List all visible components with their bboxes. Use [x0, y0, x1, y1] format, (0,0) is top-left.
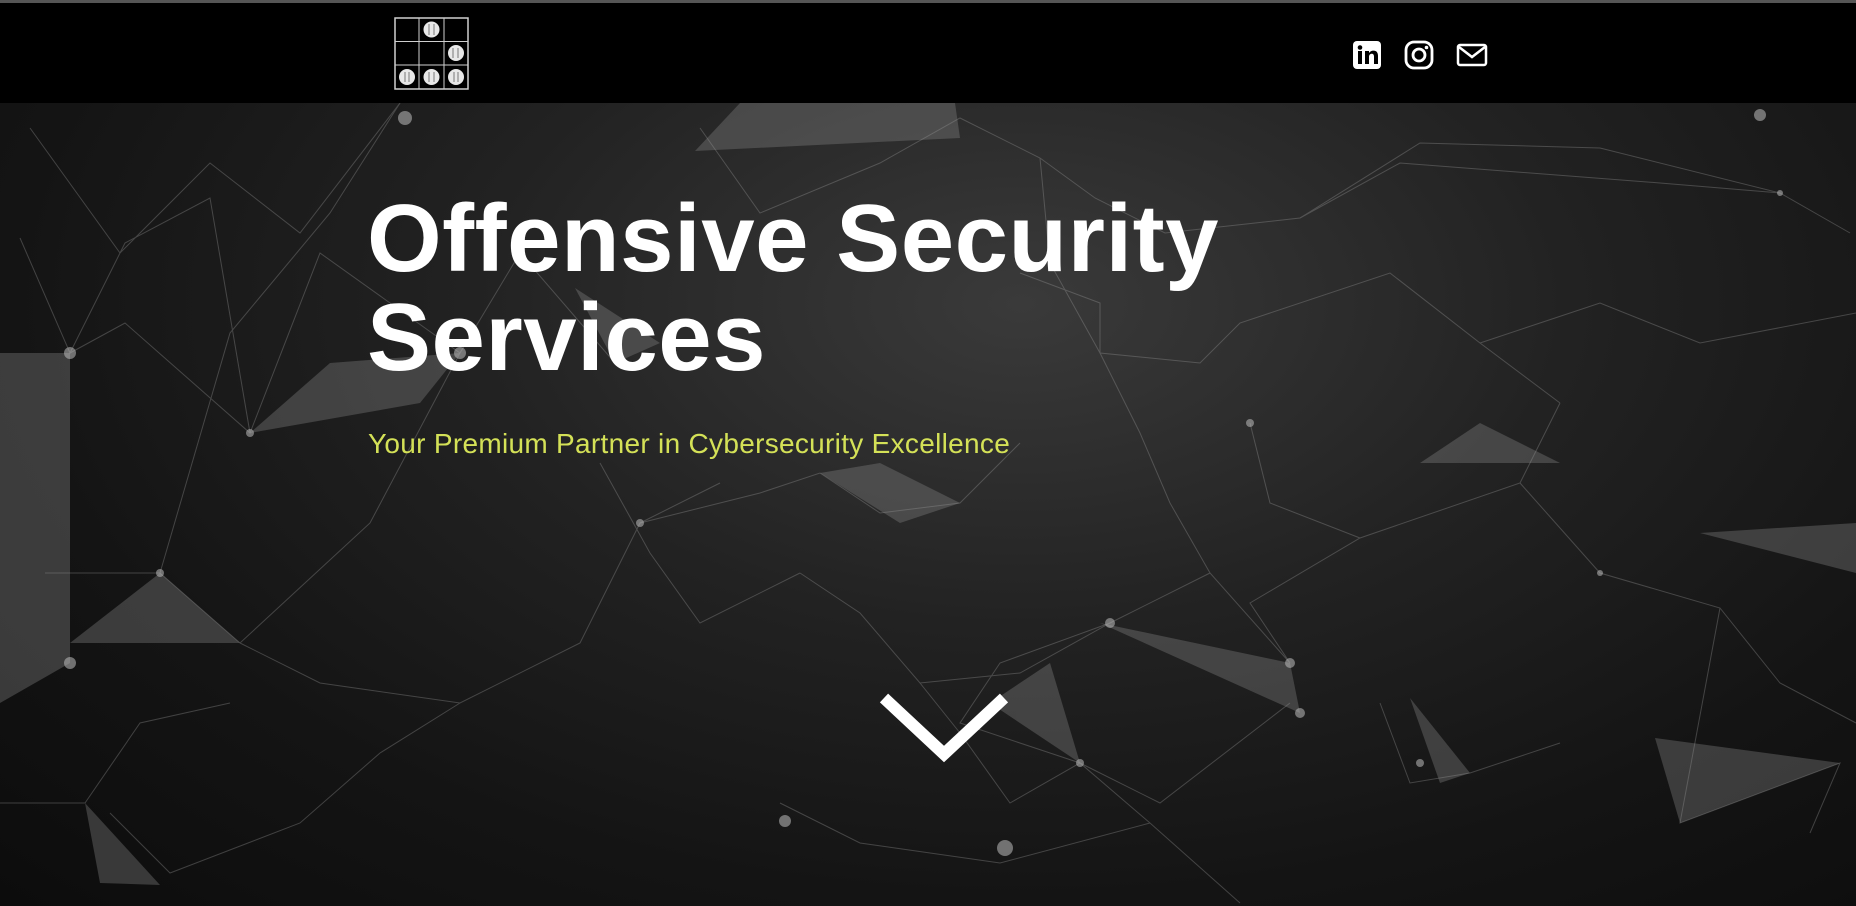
instagram-icon[interactable] [1403, 39, 1435, 71]
hero-title-line2: Services [367, 284, 767, 391]
linkedin-icon[interactable] [1351, 39, 1383, 71]
logo-icon[interactable] [394, 17, 469, 90]
hero-title: Offensive Security Services [367, 189, 1219, 387]
site-header [0, 3, 1856, 103]
chevron-down-icon[interactable] [876, 688, 1012, 768]
hero-subtitle: Your Premium Partner in Cybersecurity Ex… [368, 428, 1011, 459]
mail-icon[interactable] [1456, 39, 1488, 71]
hero-title-line1: Offensive Security [367, 185, 1219, 292]
hero-section: Offensive Security Services Your Premium… [0, 103, 1856, 906]
